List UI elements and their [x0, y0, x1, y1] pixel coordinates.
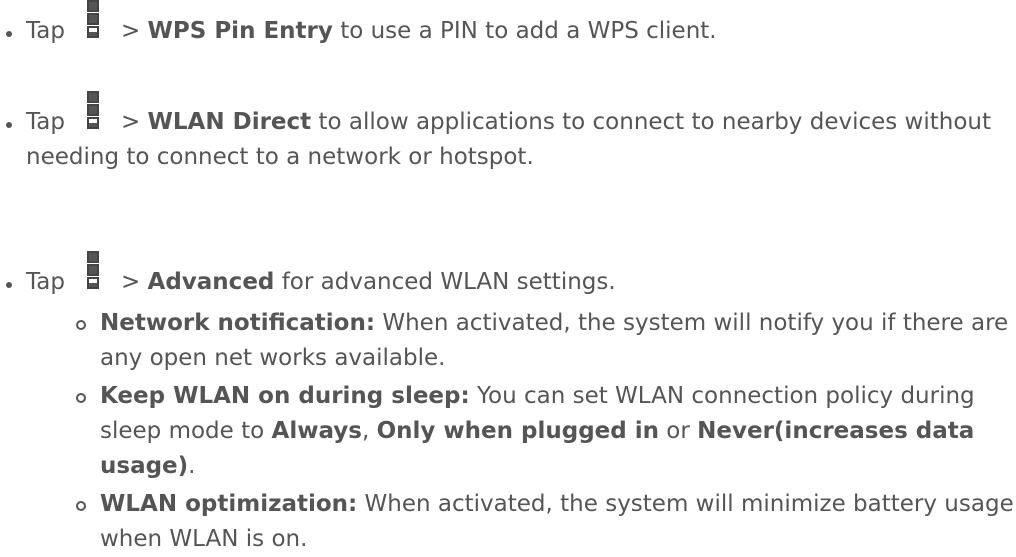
bullet-prefix: Tap	[26, 269, 65, 295]
settings-bullet-list: Tap > WPS Pin Entry to use a PIN to add a…	[0, 0, 1016, 552]
separator-comma: ,	[361, 418, 370, 444]
bullet-prefix: Tap	[26, 109, 65, 135]
bullet-description: for advanced WLAN settings.	[281, 269, 616, 295]
bullet-description: to use a PIN to add a WPS client.	[340, 18, 717, 44]
overflow-menu-icon	[86, 91, 99, 140]
sub-item-network-notification: Network notification: When activated, th…	[74, 306, 1016, 376]
advanced-label: Advanced	[147, 269, 275, 295]
wps-pin-entry-label: WPS Pin Entry	[147, 18, 333, 44]
option-always: Always	[271, 418, 362, 444]
list-item-wlan-direct: Tap > WLAN Direct to allow applications t…	[0, 91, 1016, 175]
arrow-text: >	[120, 109, 141, 135]
overflow-menu-icon	[86, 251, 99, 300]
advanced-sub-list: Network notification: When activated, th…	[26, 306, 1016, 557]
arrow-text: >	[120, 269, 141, 295]
sub-item-wlan-optimization: WLAN optimization: When activated, the s…	[74, 487, 1016, 557]
overflow-menu-icon	[86, 0, 99, 49]
wlan-direct-label: WLAN Direct	[147, 109, 312, 135]
sentence-end: .	[188, 453, 196, 479]
network-notification-label: Network notification:	[100, 310, 376, 336]
separator-or: or	[666, 418, 690, 444]
wlan-optimization-label: WLAN optimization:	[100, 491, 358, 517]
bullet-prefix: Tap	[26, 18, 65, 44]
option-only-when-plugged-in: Only when plugged in	[376, 418, 659, 444]
list-item-wps-pin: Tap > WPS Pin Entry to use a PIN to add a…	[0, 0, 1016, 49]
list-item-advanced: Tap > Advanced for advanced WLAN settings…	[0, 251, 1016, 557]
keep-wlan-on-label: Keep WLAN on during sleep:	[100, 383, 470, 409]
sub-item-keep-wlan-on: Keep WLAN on during sleep: You can set W…	[74, 379, 1016, 484]
document-body: Tap > WPS Pin Entry to use a PIN to add a…	[0, 0, 1016, 552]
arrow-text: >	[120, 18, 141, 44]
